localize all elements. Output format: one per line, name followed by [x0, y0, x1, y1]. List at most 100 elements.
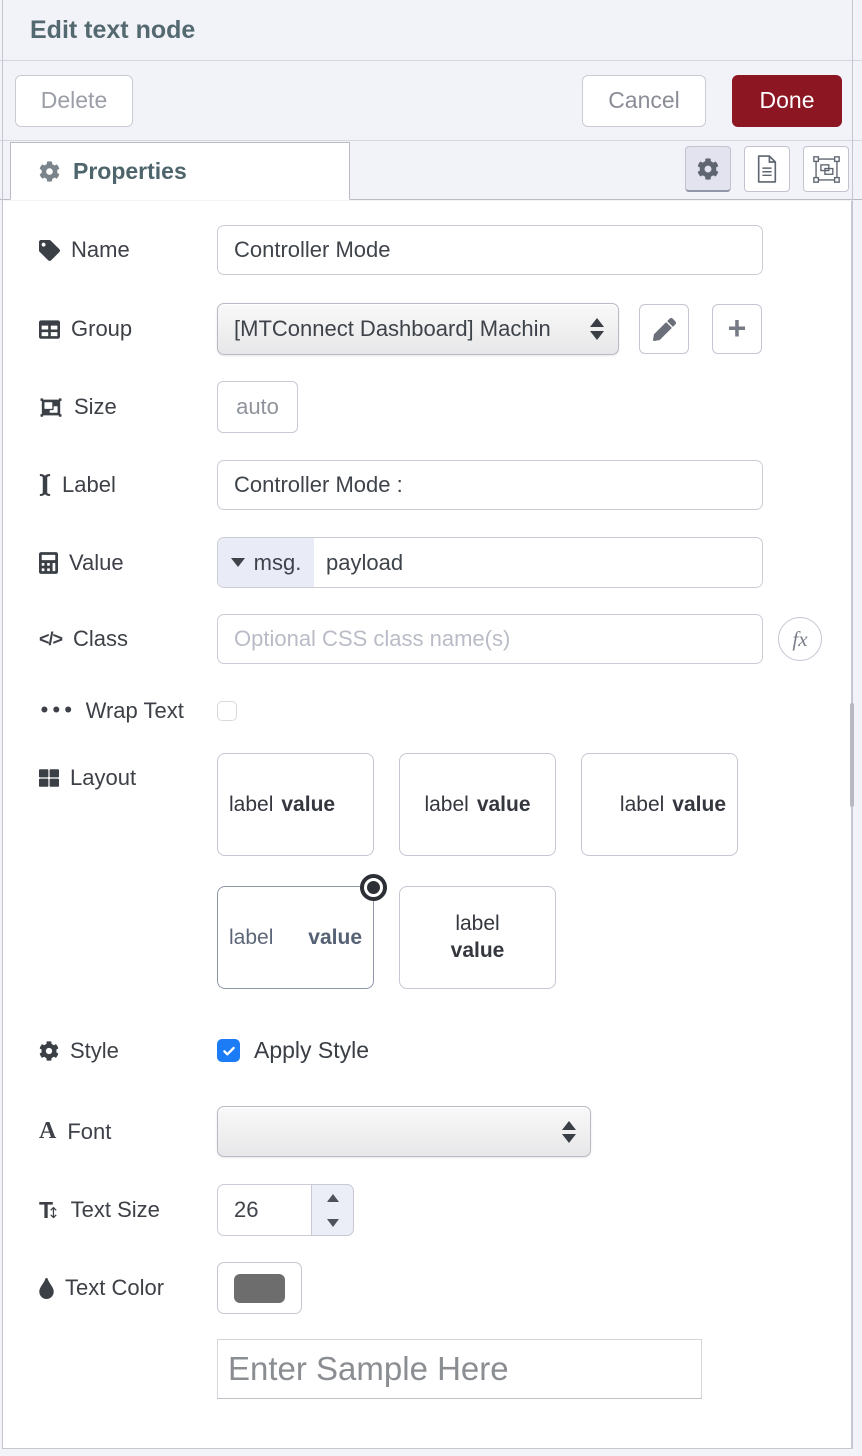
apply-style-label: Apply Style	[254, 1037, 369, 1064]
calculator-icon	[39, 552, 58, 574]
layout-sample-value: value	[451, 939, 505, 963]
class-row: </> Class fx	[3, 614, 851, 664]
text-size-label-group: T↕ Text Size	[3, 1197, 217, 1224]
text-size-row: T↕ Text Size	[3, 1184, 851, 1236]
layout-option-row-spread[interactable]: label value	[217, 886, 374, 989]
style-label: Style	[70, 1038, 119, 1064]
text-color-swatch	[234, 1274, 285, 1303]
code-icon: </>	[39, 629, 62, 650]
text-color-button[interactable]	[217, 1262, 302, 1314]
caret-down-icon	[231, 558, 245, 567]
editor-toolbar	[685, 146, 849, 192]
layout-option-row-center[interactable]: label value	[399, 753, 556, 856]
text-color-row: Text Color	[3, 1262, 851, 1314]
text-size-input[interactable]	[217, 1184, 311, 1236]
style-row: Style Apply Style	[3, 1037, 851, 1064]
layout-label: Layout	[70, 765, 136, 791]
layout-label-group: Layout	[3, 753, 217, 791]
text-color-label-group: Text Color	[3, 1275, 217, 1301]
name-input[interactable]	[217, 225, 763, 275]
font-icon: A	[39, 1118, 56, 1145]
layout-option-column-center[interactable]: label value	[399, 886, 556, 989]
group-select-value: [MTConnect Dashboard] Machin	[234, 316, 590, 342]
edit-group-button[interactable]	[639, 304, 689, 354]
grid-icon	[39, 768, 59, 788]
size-label-group: Size	[3, 394, 217, 420]
group-row: Group [MTConnect Dashboard] Machin +	[3, 303, 851, 355]
group-label: Group	[71, 316, 132, 342]
style-label-group: Style	[3, 1038, 217, 1064]
label-row: Label	[3, 460, 851, 510]
sample-text-input[interactable]	[217, 1339, 702, 1399]
label-input[interactable]	[217, 460, 763, 510]
font-select[interactable]	[217, 1106, 591, 1157]
class-label: Class	[73, 626, 128, 652]
wrap-text-checkbox[interactable]	[217, 701, 237, 721]
layout-sample-label: label	[424, 793, 468, 817]
group-select[interactable]: [MTConnect Dashboard] Machin	[217, 303, 619, 355]
fx-button[interactable]: fx	[778, 617, 822, 661]
layout-sample-label: label	[620, 793, 664, 817]
gear-icon	[39, 1041, 59, 1061]
tag-icon	[39, 240, 60, 261]
font-label-group: A Font	[3, 1118, 217, 1145]
value-input-field[interactable]: payload	[314, 538, 762, 587]
label-label: Label	[62, 472, 116, 498]
apply-style-checkbox[interactable]	[217, 1039, 240, 1062]
description-tab-button[interactable]	[744, 146, 790, 192]
group-label-group: Group	[3, 316, 217, 342]
spinner-up-button[interactable]	[312, 1185, 353, 1210]
name-row: Name	[3, 225, 851, 275]
editor-tab-bar: Properties	[0, 141, 862, 200]
text-size-label: Text Size	[71, 1197, 160, 1223]
object-group-icon	[39, 397, 63, 418]
droplet-icon	[39, 1278, 54, 1299]
size-row: Size auto	[3, 381, 851, 433]
dialog-title: Edit text node	[30, 16, 195, 45]
layout-sample-value: value	[281, 793, 335, 817]
text-size-spinner	[217, 1184, 354, 1236]
cancel-button[interactable]: Cancel	[582, 75, 706, 127]
wrap-text-label: Wrap Text	[86, 698, 184, 724]
label-label-group: Label	[3, 472, 217, 498]
plus-icon: +	[728, 312, 747, 344]
delete-button[interactable]: Delete	[15, 75, 133, 127]
appearance-tab-button[interactable]	[803, 146, 849, 192]
spinner-down-button[interactable]	[312, 1210, 353, 1235]
done-button[interactable]: Done	[732, 75, 842, 127]
layout-option-row-left[interactable]: label value	[217, 753, 374, 856]
spinner-buttons	[311, 1184, 354, 1236]
i-cursor-icon	[39, 474, 51, 496]
add-group-button[interactable]: +	[712, 304, 762, 354]
font-row: A Font	[3, 1106, 851, 1157]
class-label-group: </> Class	[3, 626, 217, 652]
gear-icon	[697, 158, 719, 180]
select-arrows-icon	[562, 1121, 576, 1143]
wrap-label-group: ••• Wrap Text	[3, 698, 217, 724]
value-label: Value	[69, 550, 124, 576]
scrollbar-thumb[interactable]	[850, 703, 854, 807]
layout-sample-label: label	[229, 793, 273, 817]
layout-sample-label: label	[455, 912, 499, 936]
layout-sample-value: value	[308, 926, 362, 950]
document-icon	[755, 155, 779, 183]
properties-tab-button[interactable]	[685, 146, 731, 192]
layout-sample-label: label	[229, 926, 273, 950]
text-height-icon: T↕	[39, 1197, 60, 1224]
layout-sample-value: value	[672, 793, 726, 817]
size-auto-button[interactable]: auto	[217, 381, 298, 433]
layout-options: label value label value label value labe…	[217, 753, 738, 989]
value-row: Value msg. payload	[3, 537, 851, 588]
tab-properties[interactable]: Properties	[10, 142, 350, 200]
name-label: Name	[71, 237, 130, 263]
ellipsis-icon: •••	[39, 701, 75, 721]
sample-row	[217, 1339, 851, 1399]
table-icon	[39, 319, 60, 340]
value-type-dropdown[interactable]: msg.	[218, 538, 314, 587]
class-input[interactable]	[217, 614, 763, 664]
layout-option-row-right[interactable]: label value	[581, 753, 738, 856]
dialog-button-bar: Delete Cancel Done	[0, 61, 862, 141]
value-type-label: msg.	[254, 550, 302, 576]
properties-form: Name Group [MTConnect Dashboard] Machin …	[2, 201, 852, 1449]
wrap-text-row: ••• Wrap Text	[3, 698, 851, 724]
